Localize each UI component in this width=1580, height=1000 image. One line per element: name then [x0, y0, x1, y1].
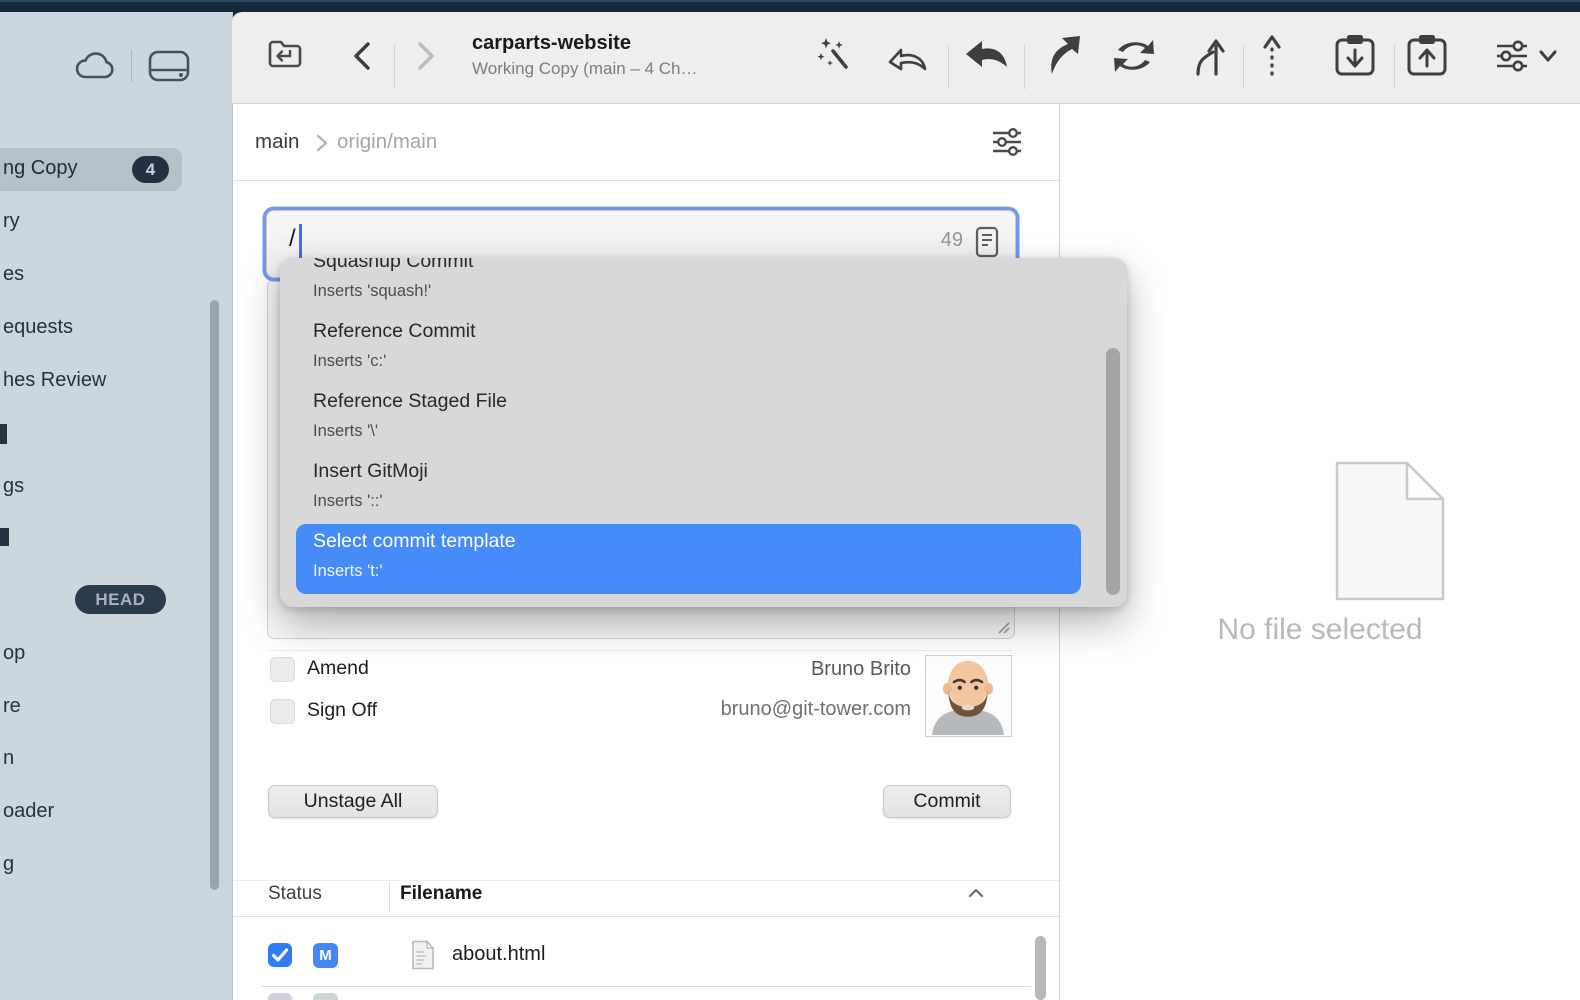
sidebar-item-label: ng Copy — [3, 157, 78, 180]
repository-subtitle: Working Copy (main – 4 Ch… — [472, 59, 698, 79]
tower-git-window: ng Copy 4 ry es equests hes Review gs HE… — [0, 0, 1580, 1000]
drive-icon[interactable] — [147, 48, 191, 84]
cloud-icon[interactable] — [72, 48, 118, 84]
sidebar: ng Copy 4 ry es equests hes Review gs HE… — [0, 12, 233, 1000]
column-header-filename[interactable]: Filename — [400, 883, 482, 905]
column-divider[interactable] — [389, 882, 390, 912]
chevron-down-icon[interactable] — [1538, 48, 1558, 64]
head-badge: HEAD — [75, 585, 166, 614]
detail-panel — [1060, 104, 1580, 1000]
sidebar-branch-item[interactable]: op — [3, 641, 25, 665]
sort-chevron-up-icon[interactable] — [968, 887, 984, 899]
breadcrumb-tracking-branch[interactable]: origin/main — [337, 130, 437, 154]
sidebar-branch-item[interactable]: g — [3, 852, 14, 876]
suggestion-reference-staged-file[interactable]: Reference Staged File Inserts '\' — [296, 384, 1081, 454]
modified-status-badge: M — [313, 943, 338, 968]
menu-scrollbar[interactable] — [1106, 348, 1120, 595]
change-count-badge: 4 — [132, 156, 169, 183]
column-header-status[interactable]: Status — [268, 883, 322, 905]
suggestion-reference-commit[interactable]: Reference Commit Inserts 'c:' — [296, 314, 1081, 384]
repository-title: carparts-website — [472, 32, 631, 55]
sidebar-item-truncated[interactable] — [0, 424, 7, 444]
table-top-border — [233, 880, 1059, 881]
commit-button[interactable]: Commit — [883, 785, 1011, 818]
file-icon — [411, 940, 435, 970]
section-divider — [267, 650, 1013, 651]
amend-checkbox[interactable] — [270, 657, 295, 682]
toolbar-divider — [1243, 45, 1244, 89]
merge-icon[interactable] — [1190, 34, 1226, 76]
stash-icon[interactable] — [1332, 32, 1378, 78]
amend-label: Amend — [307, 656, 369, 680]
push-icon[interactable] — [1040, 36, 1080, 74]
toolbar-divider — [1024, 45, 1025, 89]
table-header-border — [233, 916, 1059, 917]
toolbar-divider — [394, 45, 395, 89]
sidebar-item-branches-review[interactable]: hes Review — [3, 368, 106, 392]
file-name: about.html — [452, 943, 545, 966]
suggestion-squash-commit[interactable]: Squashup Commit Inserts 'squash!' — [296, 258, 1081, 314]
suggestion-select-commit-template[interactable]: Select commit template Inserts 't:' — [296, 524, 1081, 594]
rebase-icon[interactable] — [1260, 34, 1284, 76]
avatar — [925, 655, 1012, 737]
sidebar-icon-divider — [131, 50, 132, 82]
next-row-partial-checkbox — [268, 993, 292, 1000]
folder-return-icon[interactable] — [266, 36, 304, 72]
toolbar: carparts-website Working Copy (main – 4 … — [232, 12, 1580, 104]
forward-button[interactable] — [414, 40, 440, 72]
magic-wand-icon[interactable] — [816, 36, 852, 74]
toolbar-divider — [1394, 45, 1395, 89]
resize-grip[interactable] — [995, 619, 1011, 635]
stage-checkbox[interactable] — [268, 943, 292, 967]
sidebar-branch-item[interactable]: oader — [3, 799, 54, 823]
next-row-partial-badge — [313, 993, 338, 1000]
toolbar-divider — [948, 45, 949, 89]
sign-off-label: Sign Off — [307, 698, 377, 722]
sign-off-checkbox[interactable] — [270, 699, 295, 724]
breadcrumb-chevron-icon — [315, 134, 329, 152]
author-name: Bruno Brito — [811, 658, 911, 681]
subject-value: / — [289, 225, 296, 253]
file-list-scrollbar[interactable] — [1035, 936, 1046, 1000]
apply-stash-icon[interactable] — [1404, 32, 1450, 78]
back-button[interactable] — [348, 40, 374, 72]
sidebar-item-branches[interactable]: es — [3, 262, 24, 286]
author-email: bruno@git-tower.com — [721, 698, 911, 721]
fetch-icon[interactable] — [1110, 38, 1158, 74]
sidebar-item-truncated[interactable] — [0, 528, 9, 546]
breadcrumb-branch[interactable]: main — [255, 130, 299, 154]
character-count: 49 — [941, 229, 963, 252]
sidebar-scrollbar[interactable] — [210, 300, 219, 890]
undo-icon[interactable] — [886, 38, 930, 74]
view-options-icon[interactable] — [1494, 38, 1532, 74]
pull-icon[interactable] — [964, 38, 1008, 74]
text-caret — [299, 224, 302, 262]
document-outline-icon — [1335, 461, 1445, 601]
commit-suggestion-menu: Squashup Commit Inserts 'squash!' Refere… — [280, 258, 1127, 607]
sidebar-item-tags[interactable]: gs — [3, 474, 24, 498]
row-separator — [261, 986, 1031, 987]
sidebar-item-history[interactable]: ry — [3, 209, 20, 233]
sidebar-branch-item[interactable]: re — [3, 694, 21, 718]
suggestion-insert-gitmoji[interactable]: Insert GitMoji Inserts '::' — [296, 454, 1081, 524]
unstage-all-button[interactable]: Unstage All — [268, 785, 438, 818]
sidebar-branch-item[interactable]: n — [3, 746, 14, 770]
template-icon[interactable] — [975, 225, 999, 259]
checkmark-icon — [268, 943, 292, 967]
empty-state-text: No file selected — [1060, 613, 1580, 647]
filter-icon[interactable] — [990, 126, 1026, 158]
sidebar-item-pull-requests[interactable]: equests — [3, 315, 73, 339]
sidebar-item-working-copy[interactable]: ng Copy 4 — [0, 148, 182, 191]
